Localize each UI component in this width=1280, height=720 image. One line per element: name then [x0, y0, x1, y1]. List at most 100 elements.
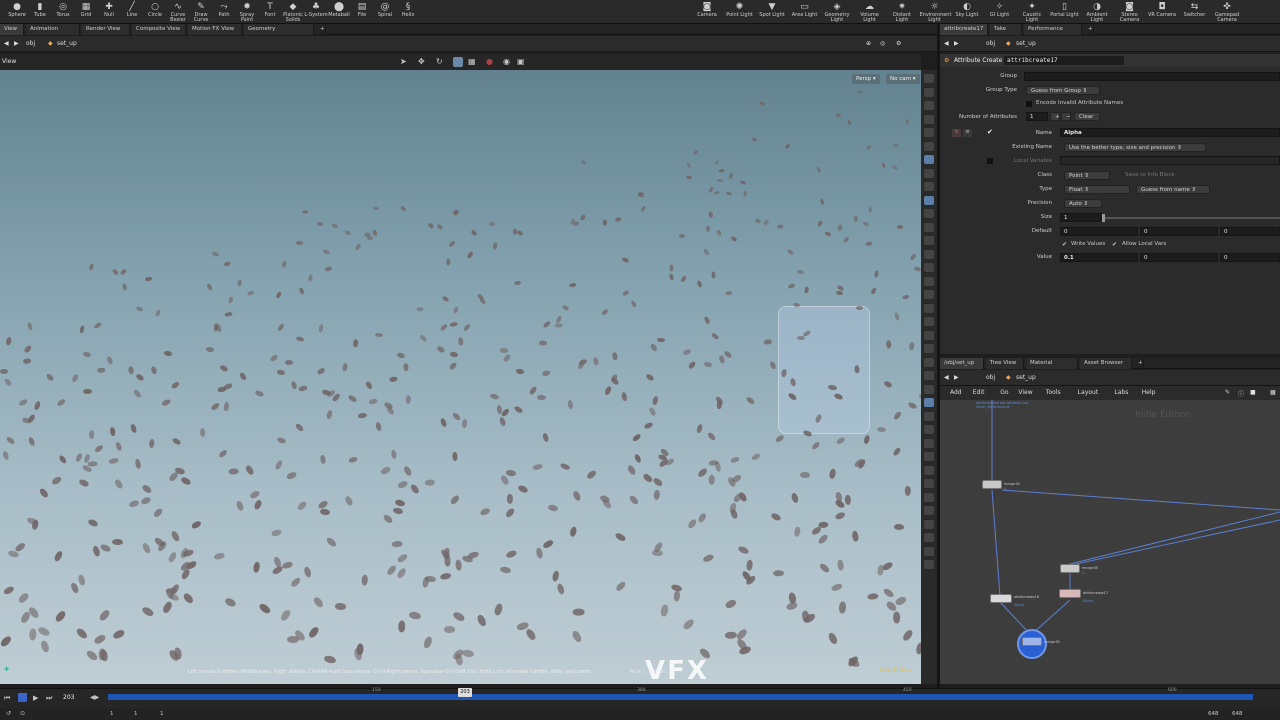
tab-composite-view[interactable]: Composite View — [132, 24, 186, 35]
shelf-tool-camera[interactable]: ◙ Camera — [692, 2, 722, 18]
back-arrow-icon[interactable]: ◀ — [944, 373, 949, 383]
viewport-tool-icon[interactable] — [924, 411, 934, 421]
viewport-tool-icon[interactable] — [924, 276, 934, 286]
node-attribcreate16[interactable] — [990, 594, 1012, 603]
play-icon[interactable]: ▶ — [33, 694, 38, 702]
range-start-visible-field[interactable]: 1 — [160, 711, 164, 717]
keys-icon[interactable]: ⊙ — [20, 710, 25, 717]
viewport-tool-icon[interactable] — [924, 533, 934, 542]
name-field[interactable]: Alpha — [1060, 128, 1280, 137]
playhead-marker[interactable]: 203 — [458, 688, 472, 697]
viewport-tool-icon[interactable] — [924, 398, 934, 407]
net-menu-tools[interactable]: Tools — [1046, 389, 1061, 396]
range-end-field[interactable]: 648 — [1208, 711, 1219, 717]
size-field[interactable]: 1 — [1060, 213, 1102, 222]
add-attr-button[interactable]: + — [1050, 112, 1060, 121]
path-node[interactable]: set_up — [57, 39, 77, 49]
size-slider-handle[interactable] — [1102, 214, 1105, 222]
current-frame-field[interactable]: 203 — [63, 694, 74, 701]
net-menu-edit[interactable]: Edit — [973, 389, 985, 396]
viewport-tool-icon[interactable] — [924, 357, 934, 367]
tab-animation-editor[interactable]: Animation Editor — [26, 24, 80, 43]
shelf-tool-helix[interactable]: § Helix — [395, 2, 421, 18]
forward-arrow-icon[interactable]: ▶ — [954, 39, 959, 49]
existing-name-menu[interactable]: Use the better type, size and precision … — [1064, 143, 1206, 152]
rotate-tool-icon[interactable]: ↻ — [436, 57, 443, 66]
shelf-tool-volume-light[interactable]: ☁ Volume Light — [855, 2, 885, 23]
tab-performance-monitor[interactable]: Performance Monitor — [1024, 24, 1082, 43]
path-root[interactable]: obj — [986, 373, 995, 383]
realtime-icon[interactable]: ↺ — [6, 710, 11, 717]
move-tool-icon[interactable]: ✥ — [418, 57, 425, 66]
shelf-tool-vr-camera[interactable]: ◘ VR Camera — [1147, 2, 1177, 18]
persp-menu[interactable]: Persp ▾ — [852, 74, 880, 84]
viewport-tool-icon[interactable] — [924, 290, 934, 299]
record-icon[interactable]: ● — [486, 57, 493, 66]
wrench-icon[interactable]: ✎ — [1225, 389, 1230, 396]
viewport-tool-icon[interactable] — [924, 519, 934, 529]
viewport-tool-icon[interactable] — [924, 236, 934, 245]
timeline-scrubber[interactable] — [108, 694, 1253, 700]
value-x-field[interactable]: 0.1 — [1060, 253, 1138, 262]
write-values-check-icon[interactable]: ✔ — [1062, 241, 1067, 248]
tab-view[interactable]: View — [0, 24, 24, 35]
tab-take-list[interactable]: Take List — [990, 24, 1022, 43]
node-merge30[interactable] — [1022, 637, 1042, 646]
range-start2-field[interactable]: 1 — [134, 711, 138, 717]
shelf-tool-point-light[interactable]: ✺ Point Light — [725, 2, 755, 18]
tab--obj-set-up[interactable]: /obj/set_up — [940, 358, 984, 369]
viewport-tool-icon[interactable] — [924, 303, 934, 313]
shelf-tool-gamepad-camera[interactable]: ✜ Gamepad Camera — [1212, 2, 1242, 23]
shelf-tool-environment-light[interactable]: ☼ Environment Light — [920, 2, 952, 23]
tab-geometry-spreadsheet[interactable]: Geometry Spreadsheet — [244, 24, 314, 43]
tab-motion-fx-view[interactable]: Motion FX View — [188, 24, 242, 35]
viewport-tool-icon[interactable] — [924, 371, 934, 380]
allow-local-check-icon[interactable]: ✔ — [1112, 241, 1117, 248]
viewport-tool-icon[interactable] — [924, 479, 934, 488]
num-attr-field[interactable]: 1 — [1026, 112, 1048, 121]
viewport-tool-icon[interactable] — [924, 330, 934, 340]
display-options-icon[interactable]: ▣ — [517, 57, 525, 66]
forward-arrow-icon[interactable]: ▶ — [954, 373, 959, 383]
encode-checkbox[interactable] — [1026, 101, 1032, 107]
path-node[interactable]: set_up — [1016, 373, 1036, 383]
tab-render-view[interactable]: Render View — [82, 24, 130, 35]
shelf-tool-spot-light[interactable]: ▼ Spot Light — [757, 2, 787, 18]
net-menu-view[interactable]: View — [1018, 389, 1032, 396]
camera-view-icon[interactable]: ◉ — [503, 57, 510, 66]
viewport-tool-icon[interactable] — [924, 560, 934, 569]
shelf-tool-area-light[interactable]: ▭ Area Light — [790, 2, 820, 18]
tab-tree-view[interactable]: Tree View — [986, 358, 1024, 369]
grid-snap-icon[interactable]: ▦ — [468, 57, 476, 66]
back-arrow-icon[interactable]: ◀ — [944, 39, 949, 49]
shelf-tool-stereo-camera[interactable]: ◙ Stereo Camera — [1115, 2, 1145, 23]
node-name-field[interactable]: attribcreate17 — [1004, 56, 1124, 65]
node-attribcreate17[interactable] — [1059, 589, 1081, 598]
value-z-field[interactable]: 0 — [1220, 253, 1280, 262]
viewport-tool-icon[interactable] — [924, 263, 934, 272]
net-menu-go[interactable]: Go — [1000, 389, 1008, 396]
tab-material-palette[interactable]: Material Palette — [1026, 358, 1078, 377]
tab-asset-browser[interactable]: Asset Browser — [1080, 358, 1132, 369]
net-menu-labs[interactable]: Labs — [1114, 389, 1128, 396]
add-tab-icon[interactable]: + — [1134, 358, 1144, 369]
remove-attr-button[interactable]: − — [1061, 112, 1071, 121]
path-node[interactable]: set_up — [1016, 39, 1036, 49]
tab-attribcreate17[interactable]: attribcreate17 — [940, 24, 988, 35]
grid-view-icon[interactable]: ▦ — [1270, 389, 1276, 396]
info-icon[interactable]: ⓘ — [1238, 389, 1244, 398]
path-root[interactable]: obj — [986, 39, 995, 49]
forward-arrow-icon[interactable]: ▶ — [14, 39, 19, 49]
default-z-field[interactable]: 0 — [1220, 227, 1280, 236]
pin-icon[interactable]: ⊕ — [866, 39, 871, 49]
camera-icon[interactable]: ◎ — [880, 39, 885, 49]
step-icon[interactable]: ◀▶ — [90, 694, 99, 701]
viewport-tool-icon[interactable] — [924, 438, 934, 448]
type-menu[interactable]: Float ⇕ — [1064, 185, 1130, 194]
viewport-tool-icon[interactable] — [924, 425, 934, 434]
size-slider[interactable] — [1102, 217, 1280, 219]
default-y-field[interactable]: 0 — [1140, 227, 1218, 236]
precision-menu[interactable]: Auto ⇕ — [1064, 199, 1102, 208]
default-x-field[interactable]: 0 — [1060, 227, 1138, 236]
shelf-tool-portal-light[interactable]: ▯ Portal Light — [1050, 2, 1080, 18]
